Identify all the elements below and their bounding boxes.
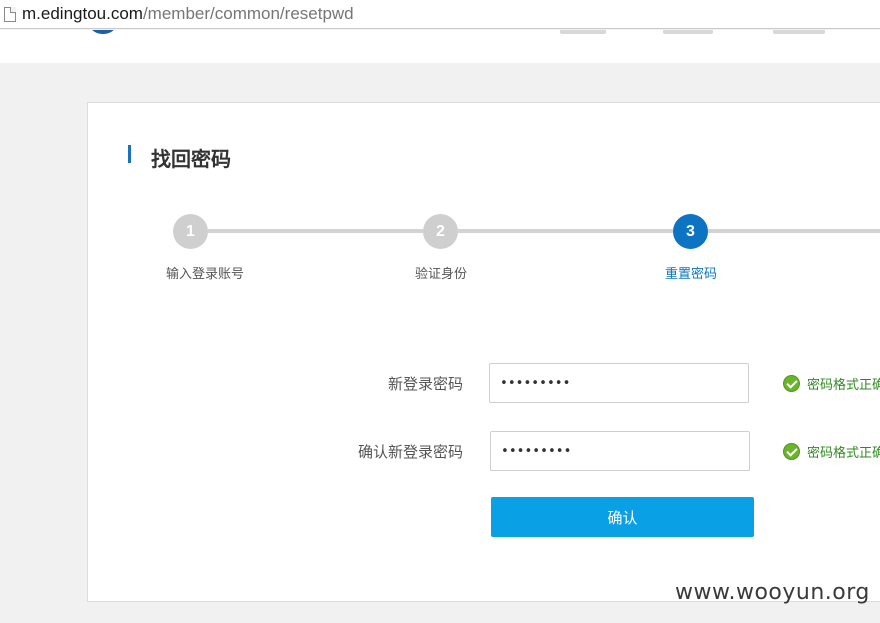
- new-password-label: 新登录密码: [388, 375, 464, 393]
- title-accent-bar: [128, 145, 131, 163]
- nav-item-2[interactable]: [663, 30, 713, 34]
- new-password-hint: 密码格式正确: [783, 374, 880, 393]
- check-icon: [783, 375, 800, 392]
- page-icon: [4, 6, 16, 22]
- step-1-label: 输入登录账号: [165, 267, 245, 282]
- check-icon: [783, 443, 800, 460]
- new-password-input[interactable]: [489, 363, 749, 403]
- new-password-hint-text: 密码格式正确: [807, 378, 880, 393]
- nav-item-3[interactable]: [773, 30, 825, 34]
- step-3-label: 重置密码: [664, 267, 718, 282]
- confirm-password-hint-text: 密码格式正确: [807, 446, 880, 461]
- step-connector-1: [208, 229, 423, 233]
- site-logo[interactable]: [88, 30, 118, 34]
- site-header: [0, 30, 880, 63]
- url-host: m.edingtou.com: [22, 4, 143, 23]
- step-connector-2: [458, 229, 673, 233]
- page-title: 找回密码: [151, 147, 231, 171]
- watermark: www.wooyun.org: [675, 580, 870, 605]
- url-path: /member/common/resetpwd: [142, 4, 354, 23]
- step-2-label: 验证身份: [414, 267, 468, 282]
- address-bar[interactable]: m.edingtou.com/member/common/resetpwd: [0, 0, 880, 29]
- confirm-button[interactable]: 确认: [491, 497, 754, 537]
- reset-password-card: 找回密码 1 2 3 输入登录账号 验证身份 重置密码 新登录密码 密码格式正确…: [87, 102, 880, 602]
- step-connector-3: [708, 229, 880, 233]
- confirm-password-label: 确认新登录密码: [358, 443, 464, 461]
- nav-item-1[interactable]: [560, 30, 606, 34]
- confirm-password-input[interactable]: [490, 431, 750, 471]
- step-1-circle: 1: [173, 214, 208, 249]
- step-3-circle: 3: [673, 214, 708, 249]
- url-text[interactable]: m.edingtou.com/member/common/resetpwd: [22, 4, 354, 24]
- step-2-circle: 2: [423, 214, 458, 249]
- confirm-password-hint: 密码格式正确: [783, 442, 880, 461]
